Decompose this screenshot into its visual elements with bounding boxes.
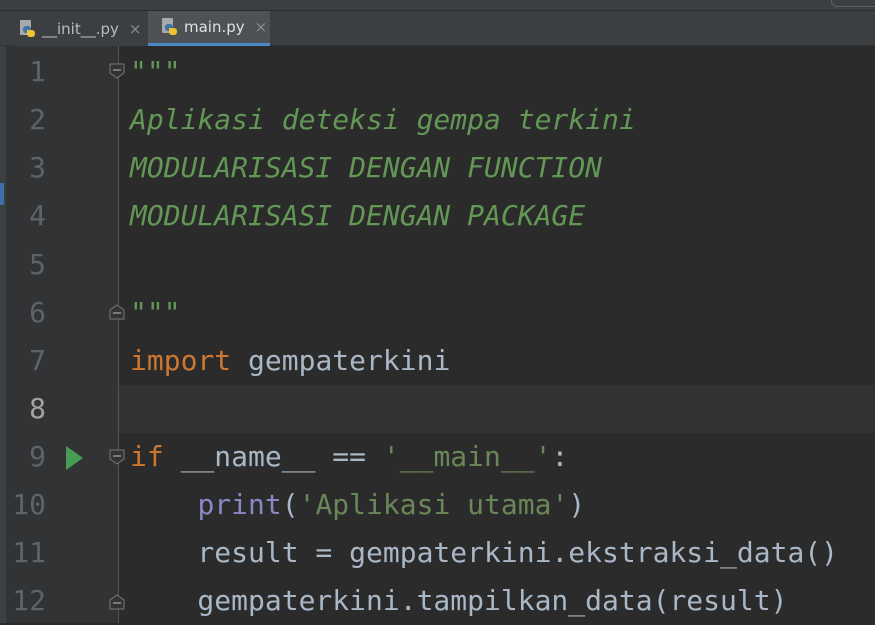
line-number: 7 xyxy=(29,344,46,377)
string-literal: 'Aplikasi utama' xyxy=(298,488,569,521)
line-number: 8 xyxy=(29,392,46,425)
code-line-9[interactable]: if __name__ == '__main__': xyxy=(130,433,568,481)
code-line-4[interactable]: MODULARISASI DENGAN PACKAGE xyxy=(130,192,585,240)
code-line-3[interactable]: MODULARISASI DENGAN FUNCTION xyxy=(130,144,602,192)
current-line-highlight xyxy=(6,385,875,433)
fold-marker-icon[interactable] xyxy=(108,448,126,466)
tab-init-py[interactable]: __init__.py × xyxy=(10,11,148,46)
python-file-icon xyxy=(160,18,178,36)
code-line-11[interactable]: result = gempaterkini.ekstraksi_data() xyxy=(130,529,838,577)
run-gutter-icon[interactable] xyxy=(66,446,83,470)
code-line-6[interactable]: """ xyxy=(130,289,181,337)
editor-tab-bar: __init__.py × main.py × xyxy=(0,0,875,46)
code-line-7[interactable]: import gempaterkini xyxy=(130,337,450,385)
tab-label: __init__.py xyxy=(42,19,119,38)
string-literal: '__main__' xyxy=(382,440,552,473)
keyword-if: if xyxy=(130,440,164,473)
line-number: 10 xyxy=(12,488,46,521)
line-number: 9 xyxy=(29,440,46,473)
tab-main-py[interactable]: main.py × xyxy=(148,11,270,46)
fold-marker-icon[interactable] xyxy=(108,303,126,321)
code-line-1[interactable]: """ xyxy=(130,48,181,96)
line-number: 12 xyxy=(12,584,46,617)
python-file-icon xyxy=(18,19,36,38)
line-number: 4 xyxy=(29,199,46,232)
close-icon[interactable]: × xyxy=(255,18,268,36)
close-paren: ) xyxy=(568,488,586,521)
code-line-2[interactable]: Aplikasi deteksi gempa terkini xyxy=(130,96,636,144)
line-number: 6 xyxy=(29,296,46,329)
line-number: 3 xyxy=(29,151,46,184)
tool-window-strip xyxy=(0,0,875,11)
colon: : xyxy=(551,440,569,473)
line-number: 11 xyxy=(12,536,46,569)
code-line-10[interactable]: print('Aplikasi utama') xyxy=(130,481,585,529)
line-number: 5 xyxy=(29,248,46,281)
gutter-separator xyxy=(118,46,119,623)
code-line-12[interactable]: gempaterkini.tampilkan_data(result) xyxy=(130,577,787,625)
builtin-print: print xyxy=(197,488,282,521)
line-number: 2 xyxy=(29,103,46,136)
module-name: gempaterkini xyxy=(231,344,451,377)
tab-label: main.py xyxy=(184,18,245,36)
toolbar-widget xyxy=(831,0,875,7)
keyword-import: import xyxy=(130,344,232,377)
line-number: 1 xyxy=(29,55,46,88)
open-paren: ( xyxy=(281,488,299,521)
fold-marker-icon[interactable] xyxy=(108,62,126,80)
condition-expression: __name__ == xyxy=(163,440,383,473)
close-icon[interactable]: × xyxy=(129,20,142,38)
fold-marker-icon[interactable] xyxy=(108,593,126,611)
